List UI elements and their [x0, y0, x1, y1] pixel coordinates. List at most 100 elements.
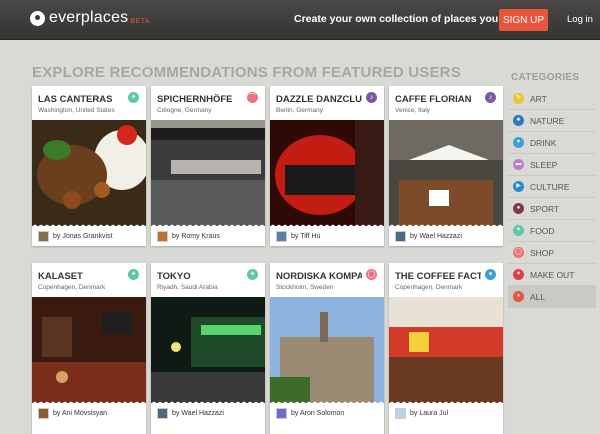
place-card[interactable]: LAS CANTERAS Washington, United States ✦…	[32, 86, 146, 246]
card-location: Copenhagen, Denmark	[395, 284, 463, 291]
category-label: FOOD	[530, 225, 555, 236]
logo-text: everplaces	[49, 9, 129, 26]
card-photo	[151, 120, 265, 226]
card-footer: by Laura Jul	[395, 408, 448, 419]
card-edge	[270, 399, 384, 404]
avatar[interactable]	[157, 408, 168, 419]
card-location: Venice, Italy	[395, 107, 431, 114]
category-label: DRINK	[530, 137, 557, 148]
card-user[interactable]: by Laura Jul	[410, 410, 448, 417]
category-label: CULTURE	[530, 181, 570, 192]
avatar[interactable]	[395, 408, 406, 419]
card-location: Copenhagen, Denmark	[38, 284, 106, 291]
card-title: TOKYO	[157, 271, 191, 282]
card-edge	[270, 222, 384, 227]
avatar[interactable]	[276, 408, 287, 419]
category-food[interactable]: ✦ FOOD	[508, 220, 596, 242]
category-drink[interactable]: ▾ DRINK	[508, 132, 596, 154]
drink-icon: ▾	[513, 137, 524, 148]
page-heading: EXPLORE RECOMMENDATIONS FROM FEATURED US…	[32, 64, 461, 81]
sleep-icon: ⌒	[247, 92, 258, 103]
heart-icon: ♥	[513, 269, 524, 280]
place-card[interactable]: DAZZLE DANZCLUB Berlin, Germany ♪ by Tif…	[270, 86, 384, 246]
category-art[interactable]: ✎ ART	[508, 88, 596, 110]
card-location: Washington, United States	[38, 107, 115, 114]
card-title: NORDISKA KOMPANIET (NK)	[276, 271, 362, 282]
card-edge	[151, 222, 265, 227]
logo[interactable]: everplaces BETA	[30, 9, 150, 27]
music-icon: ♪	[366, 92, 377, 103]
card-user[interactable]: by Wael Hazzazi	[172, 410, 224, 417]
card-location: Riyadh, Saudi Arabia	[157, 284, 218, 291]
card-location: Berlin, Germany	[276, 107, 323, 114]
card-user[interactable]: by Romy Kraus	[172, 233, 220, 240]
category-all[interactable]: ● ALL	[508, 286, 596, 308]
sport-icon: ●	[513, 203, 524, 214]
card-footer: by Wael Hazzazi	[395, 231, 462, 242]
sleep-icon: ▬	[513, 159, 524, 170]
category-make-out[interactable]: ♥ MAKE OUT	[508, 264, 596, 286]
card-title: CAFFE FLORIAN	[395, 94, 472, 105]
category-label: ART	[530, 93, 547, 104]
category-sleep[interactable]: ▬ SLEEP	[508, 154, 596, 176]
avatar[interactable]	[157, 231, 168, 242]
card-user[interactable]: by Wael Hazzazi	[410, 233, 462, 240]
avatar[interactable]	[395, 231, 406, 242]
logo-pin-icon	[30, 10, 45, 26]
category-culture[interactable]: ▶ CULTURE	[508, 176, 596, 198]
category-label: SPORT	[530, 203, 560, 214]
food-icon: ✦	[128, 269, 139, 280]
place-card[interactable]: SPICHERNHÖFE Cologne, Germany ⌒ by Romy …	[151, 86, 265, 246]
card-footer: by Wael Hazzazi	[157, 408, 224, 419]
nature-icon: ♣	[513, 115, 524, 126]
login-link[interactable]: Log in	[567, 14, 593, 25]
category-label: SHOP	[530, 247, 555, 258]
food-icon: ✦	[513, 225, 524, 236]
place-card[interactable]: THE COFFEE FACTORY Copenhagen, Denmark ▾…	[389, 263, 503, 434]
card-footer: by Romy Kraus	[157, 231, 220, 242]
place-card[interactable]: TOKYO Riyadh, Saudi Arabia ✦ by Wael Haz…	[151, 263, 265, 434]
category-nature[interactable]: ♣ NATURE	[508, 110, 596, 132]
category-shop[interactable]: ◯ SHOP	[508, 242, 596, 264]
card-footer: by Aron Solomon	[276, 408, 344, 419]
place-card[interactable]: KALASET Copenhagen, Denmark ✦ by Ani Mov…	[32, 263, 146, 434]
food-icon: ✦	[128, 92, 139, 103]
avatar[interactable]	[38, 408, 49, 419]
card-title: LAS CANTERAS	[38, 94, 113, 105]
signup-button[interactable]: SIGN UP	[499, 9, 548, 31]
card-footer: by Ani Movsisyan	[38, 408, 107, 419]
card-edge	[32, 222, 146, 227]
card-photo	[32, 297, 146, 403]
place-card[interactable]: CAFFE FLORIAN Venice, Italy ♪ by Wael Ha…	[389, 86, 503, 246]
category-sport[interactable]: ● SPORT	[508, 198, 596, 220]
card-photo	[32, 120, 146, 226]
category-label: MAKE OUT	[530, 269, 575, 280]
category-label: ALL	[530, 291, 546, 302]
avatar[interactable]	[38, 231, 49, 242]
card-photo	[151, 297, 265, 403]
card-title: SPICHERNHÖFE	[157, 94, 233, 105]
card-location: Cologne, Germany	[157, 107, 212, 114]
card-user[interactable]: by Aron Solomon	[291, 410, 344, 417]
card-user[interactable]: by Tiff Hu	[291, 233, 320, 240]
culture-icon: ▶	[513, 181, 524, 192]
card-title: THE COFFEE FACTORY	[395, 271, 481, 282]
card-footer: by Jonas Grankvist	[38, 231, 113, 242]
card-user[interactable]: by Ani Movsisyan	[53, 410, 107, 417]
shop-icon: ◯	[513, 247, 524, 258]
place-card[interactable]: NORDISKA KOMPANIET (NK) Stockholm, Swede…	[270, 263, 384, 434]
shop-icon: ◯	[366, 269, 377, 280]
card-user[interactable]: by Jonas Grankvist	[53, 233, 113, 240]
card-photo	[270, 120, 384, 226]
category-label: SLEEP	[530, 159, 558, 170]
card-photo	[270, 297, 384, 403]
all-icon: ●	[513, 291, 524, 302]
drink-icon: ▾	[485, 269, 496, 280]
categories-title: CATEGORIES	[511, 72, 580, 83]
card-edge	[389, 222, 503, 227]
top-bar: everplaces BETA Create your own collecti…	[0, 0, 600, 40]
avatar[interactable]	[276, 231, 287, 242]
tagline: Create your own collection of places you…	[294, 13, 523, 25]
card-photo	[389, 297, 503, 403]
card-title: KALASET	[38, 271, 83, 282]
